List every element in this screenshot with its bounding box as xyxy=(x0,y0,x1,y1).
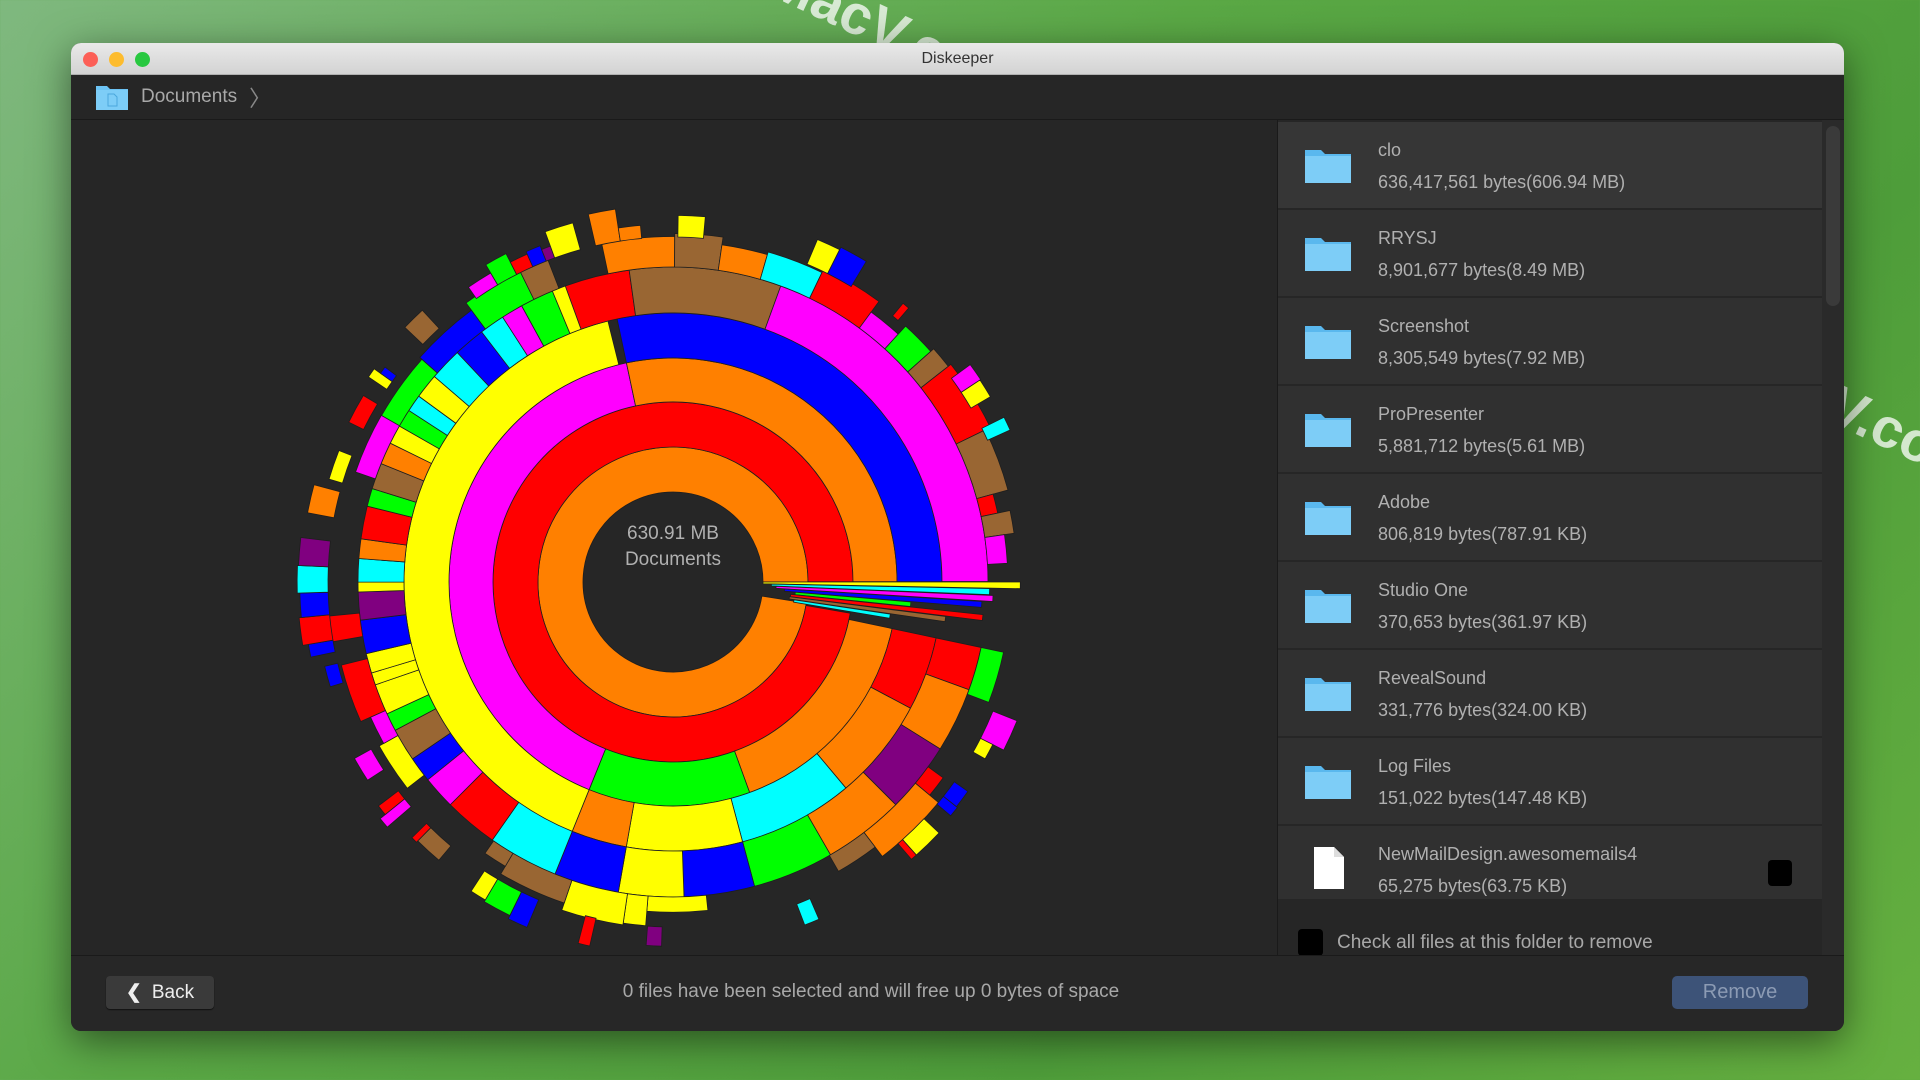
list-item[interactable]: RevealSound 331,776 bytes(324.00 KB) xyxy=(1278,650,1822,738)
folder-icon xyxy=(1305,414,1351,447)
sunburst-segment[interactable] xyxy=(296,565,329,594)
sunburst-segment[interactable] xyxy=(298,537,331,568)
check-all-row[interactable]: Check all files at this folder to remove xyxy=(1278,929,1653,956)
check-all-checkbox[interactable] xyxy=(1298,929,1323,956)
item-size: 151,022 bytes(147.48 KB) xyxy=(1378,788,1588,808)
sunburst-segment[interactable] xyxy=(357,558,406,583)
item-name: Studio One xyxy=(1378,580,1469,600)
sunburst-segment[interactable] xyxy=(353,748,385,781)
sunburst-segment[interactable] xyxy=(625,797,744,852)
sunburst-segment[interactable] xyxy=(674,233,724,271)
list-item[interactable]: clo 636,417,561 bytes(606.94 MB) xyxy=(1278,122,1822,210)
sunburst-chart-area: 630.91 MB Documents xyxy=(71,120,1277,955)
item-name: NewMailDesign.awesomemails4 xyxy=(1378,844,1638,864)
folder-icon xyxy=(96,86,128,110)
total-size-label: 630.91 MB xyxy=(627,523,719,544)
sunburst-segment[interactable] xyxy=(357,581,405,593)
item-size: 8,901,677 bytes(8.49 MB) xyxy=(1378,260,1586,280)
sunburst-segment[interactable] xyxy=(677,214,706,239)
folder-icon xyxy=(1305,678,1351,711)
list-item[interactable]: NewMailDesign.awesomemails4 65,275 bytes(… xyxy=(1278,826,1822,899)
sunburst-segment[interactable] xyxy=(984,534,1008,565)
item-size: 8,305,549 bytes(7.92 MB) xyxy=(1378,348,1586,368)
chevron-right-icon: 〉 xyxy=(249,86,272,111)
item-name: Screenshot xyxy=(1378,316,1470,336)
sunburst-segment[interactable] xyxy=(577,915,597,947)
sunburst-segment[interactable] xyxy=(892,302,910,322)
footer-bar: ❮ Back 0 files have been selected and wil… xyxy=(71,955,1844,1031)
list-item[interactable]: RRYSJ 8,901,677 bytes(8.49 MB) xyxy=(1278,210,1822,298)
item-name: Adobe xyxy=(1378,492,1431,512)
folder-icon xyxy=(1305,766,1351,799)
sunburst-chart[interactable]: 630.91 MB Documents xyxy=(71,120,1277,955)
item-size: 65,275 bytes(63.75 KB) xyxy=(1378,876,1568,896)
list-item[interactable]: Screenshot 8,305,549 bytes(7.92 MB) xyxy=(1278,298,1822,386)
remove-checkbox[interactable] xyxy=(1768,860,1792,886)
sunburst-segment[interactable] xyxy=(404,309,440,346)
item-name: ProPresenter xyxy=(1378,404,1485,424)
sunburst-segment[interactable] xyxy=(328,450,353,484)
sunburst-segment[interactable] xyxy=(357,590,407,621)
folder-name-label: Documents xyxy=(625,549,721,570)
sunburst-segment[interactable] xyxy=(307,484,341,519)
sunburst-segment[interactable] xyxy=(645,925,663,947)
window-title: Diskeeper xyxy=(921,50,994,67)
folder-icon xyxy=(1305,502,1351,535)
folder-icon xyxy=(1305,590,1351,623)
item-size: 370,653 bytes(361.97 KB) xyxy=(1378,612,1588,632)
scrollbar[interactable] xyxy=(1822,120,1844,955)
sunburst-segment[interactable] xyxy=(587,208,621,247)
item-name: RevealSound xyxy=(1378,668,1487,688)
sunburst-segment[interactable] xyxy=(299,591,331,618)
list-item[interactable]: Log Files 151,022 bytes(147.48 KB) xyxy=(1278,738,1822,826)
status-text: 0 files have been selected and will free… xyxy=(622,981,1120,1002)
folder-icon xyxy=(1305,238,1351,271)
app-window: Diskeeper Documents 〉 630.91 MB Document… xyxy=(71,43,1844,1031)
scrollbar-thumb[interactable] xyxy=(1826,126,1840,306)
item-name: Log Files xyxy=(1378,756,1452,776)
folder-icon xyxy=(1305,150,1351,183)
title-bar: Diskeeper xyxy=(71,43,1844,75)
file-icon xyxy=(1314,847,1344,889)
sunburst-segment[interactable] xyxy=(617,224,643,242)
sunburst-segment[interactable] xyxy=(646,894,709,913)
item-size: 636,417,561 bytes(606.94 MB) xyxy=(1378,172,1626,192)
item-name: RRYSJ xyxy=(1378,228,1437,248)
file-list: clo 636,417,561 bytes(606.94 MB) RRYSJ 8,90… xyxy=(1277,120,1822,956)
breadcrumb: Documents 〉 xyxy=(71,75,1844,120)
sunburst-segment[interactable] xyxy=(617,846,685,898)
list-item[interactable]: ProPresenter 5,881,712 bytes(5.61 MB) xyxy=(1278,386,1822,474)
check-all-label: Check all files at this folder to remove xyxy=(1337,931,1653,953)
folder-icon xyxy=(1305,326,1351,359)
sunburst-segment[interactable] xyxy=(298,614,334,646)
remove-button[interactable]: Remove xyxy=(1672,976,1808,1009)
list-item[interactable]: Studio One 370,653 bytes(361.97 KB) xyxy=(1278,562,1822,650)
item-size: 806,819 bytes(787.91 KB) xyxy=(1378,524,1588,544)
sunburst-segment[interactable] xyxy=(796,898,820,926)
sunburst-segment[interactable] xyxy=(348,394,379,430)
item-name: clo xyxy=(1378,140,1402,160)
item-size: 5,881,712 bytes(5.61 MB) xyxy=(1378,436,1586,456)
sunburst-segment[interactable] xyxy=(681,841,756,898)
item-size: 331,776 bytes(324.00 KB) xyxy=(1378,700,1588,720)
list-item[interactable]: Adobe 806,819 bytes(787.91 KB) xyxy=(1278,474,1822,562)
sunburst-segment[interactable] xyxy=(324,662,344,688)
breadcrumb-item-documents[interactable]: Documents xyxy=(141,86,237,108)
